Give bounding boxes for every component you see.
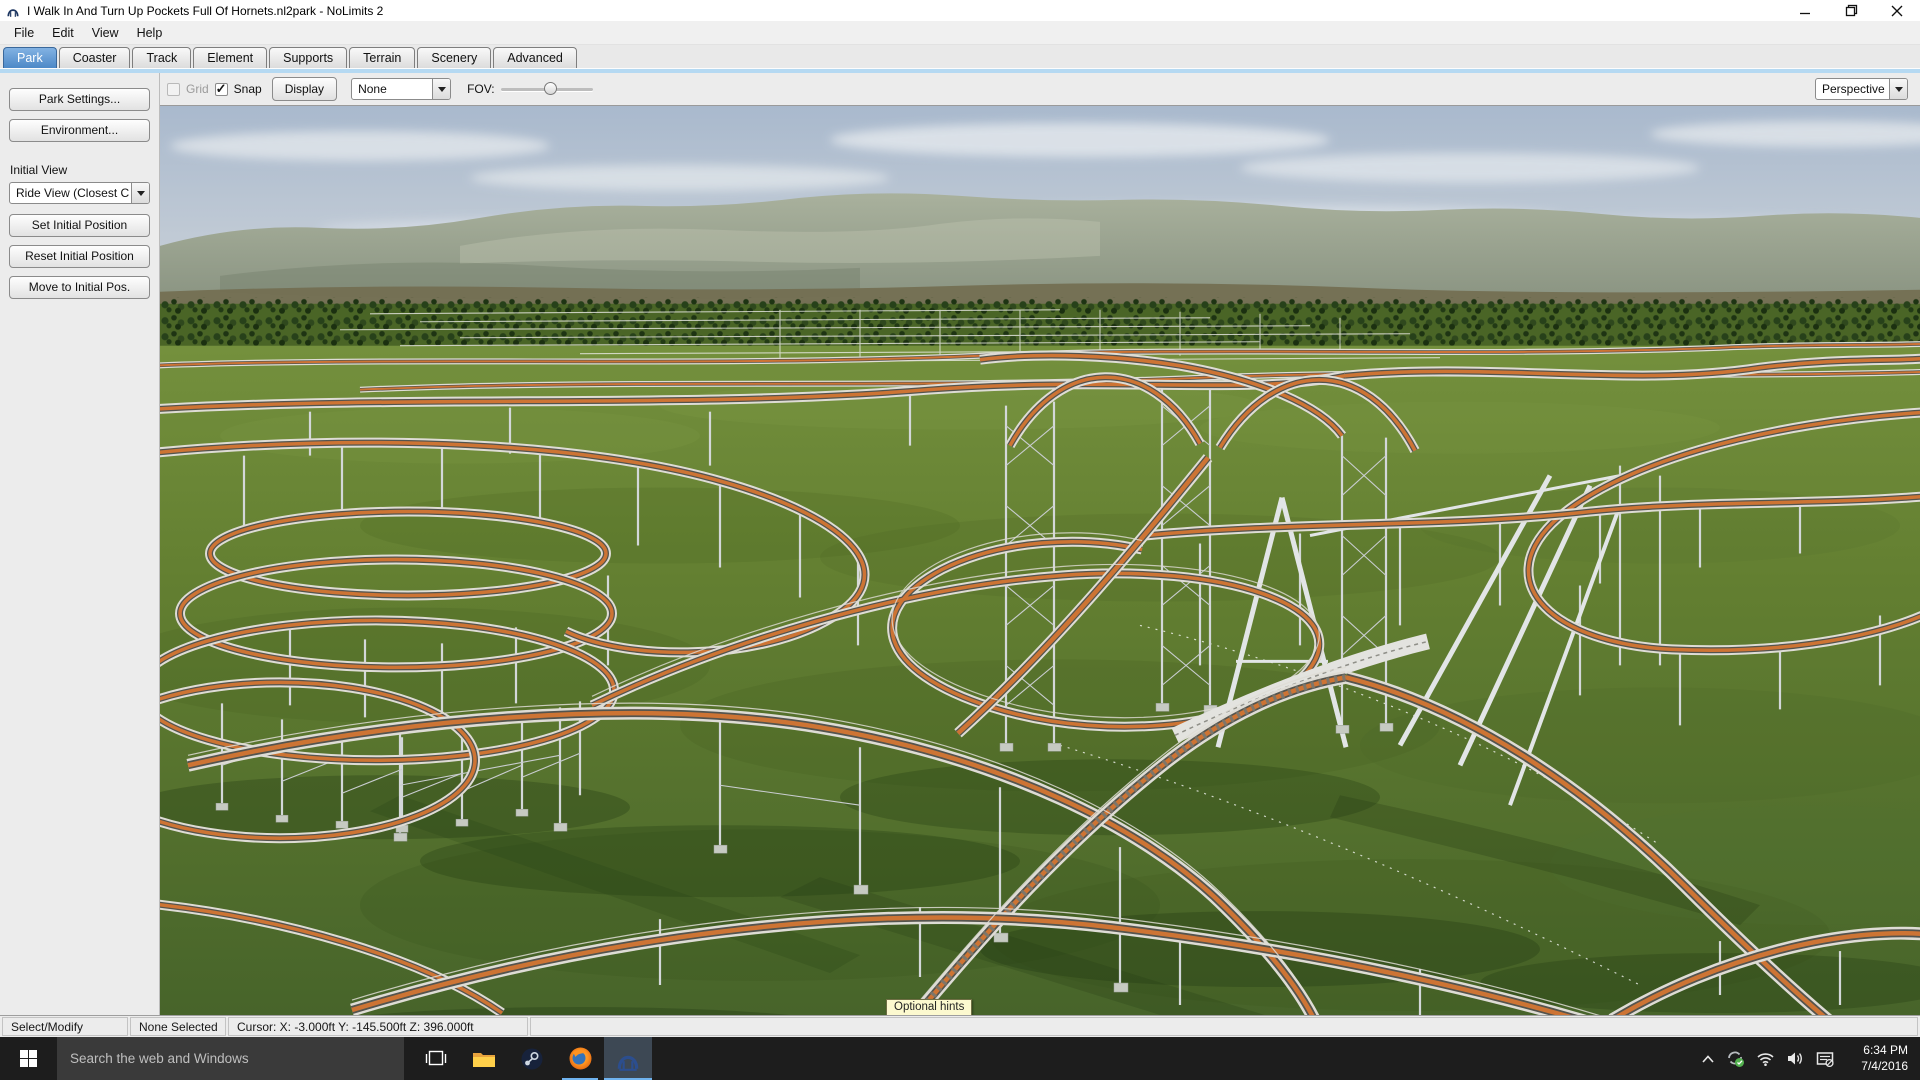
steam-button[interactable] (508, 1037, 556, 1080)
fov-slider-thumb[interactable] (544, 82, 557, 95)
system-tray: 6:34 PM 7/4/2016 (1701, 1037, 1920, 1080)
initial-view-value: Ride View (Closest C (10, 183, 131, 203)
fov-slider[interactable] (501, 81, 593, 97)
menu-help[interactable]: Help (128, 23, 172, 43)
file-explorer-button[interactable] (460, 1037, 508, 1080)
firefox-icon (568, 1046, 593, 1071)
viewport-3d[interactable]: Optional hints (160, 105, 1920, 1015)
nolimits-editor-window: I Walk In And Turn Up Pockets Full Of Ho… (0, 0, 1920, 1080)
wifi-icon[interactable] (1756, 1051, 1775, 1066)
task-view-button[interactable] (412, 1037, 460, 1080)
reset-initial-position-button[interactable]: Reset Initial Position (9, 245, 150, 268)
park-settings-button[interactable]: Park Settings... (9, 88, 150, 111)
status-spacer (530, 1017, 1918, 1036)
steam-sync-icon[interactable] (1726, 1049, 1745, 1068)
nolimits-icon (615, 1046, 641, 1072)
tab-supports[interactable]: Supports (269, 47, 347, 68)
initial-view-label: Initial View (10, 163, 67, 177)
status-cursor-coordinates: Cursor: X: -3.000ft Y: -145.500ft Z: 396… (228, 1017, 528, 1036)
snap-label: Snap (234, 82, 262, 96)
environment-button[interactable]: Environment... (9, 119, 150, 142)
viewport-3d-scene (160, 106, 1920, 1015)
start-button[interactable] (0, 1037, 57, 1080)
app-icon (6, 4, 20, 18)
task-view-icon (425, 1050, 447, 1067)
grid-label: Grid (186, 82, 209, 96)
menu-edit[interactable]: Edit (43, 23, 83, 43)
projection-value: Perspective (1816, 79, 1889, 99)
file-explorer-icon (472, 1050, 496, 1068)
steam-icon (520, 1047, 544, 1071)
snap-checkbox[interactable] (215, 83, 228, 96)
windows-logo-icon (20, 1050, 37, 1067)
status-mode: Select/Modify (2, 1017, 128, 1036)
set-initial-position-button[interactable]: Set Initial Position (9, 214, 150, 237)
restore-button[interactable] (1828, 0, 1874, 21)
search-input[interactable] (57, 1051, 404, 1066)
hidden-icons-chevron-icon[interactable] (1701, 1054, 1715, 1064)
status-selection: None Selected (130, 1017, 226, 1036)
close-button[interactable] (1874, 0, 1920, 21)
chevron-down-icon (432, 79, 450, 99)
initial-view-dropdown[interactable]: Ride View (Closest C (9, 182, 150, 204)
tab-track[interactable]: Track (132, 47, 191, 68)
grid-checkbox[interactable] (167, 83, 180, 96)
optional-hints-tooltip: Optional hints (886, 999, 972, 1015)
treeline (160, 298, 1920, 350)
park-sidebar: Park Settings... Environment... Initial … (0, 73, 160, 1015)
view-toolbar: Grid Snap Display None FOV: Perspective (160, 73, 1920, 105)
action-center-icon[interactable] (1816, 1051, 1835, 1067)
window-title: I Walk In And Turn Up Pockets Full Of Ho… (27, 4, 383, 18)
display-mode-value: None (352, 79, 432, 99)
nolimits-taskbar-button[interactable] (604, 1037, 652, 1080)
menu-view[interactable]: View (83, 23, 128, 43)
fov-label: FOV: (467, 82, 495, 96)
tab-park[interactable]: Park (3, 47, 57, 68)
projection-dropdown[interactable]: Perspective (1815, 78, 1908, 100)
windows-taskbar: 6:34 PM 7/4/2016 (0, 1037, 1920, 1080)
clock-date: 7/4/2016 (1846, 1059, 1908, 1075)
chevron-down-icon (131, 183, 149, 203)
taskbar-clock[interactable]: 6:34 PM 7/4/2016 (1846, 1043, 1908, 1074)
tab-element[interactable]: Element (193, 47, 267, 68)
clock-time: 6:34 PM (1846, 1043, 1908, 1059)
titlebar: I Walk In And Turn Up Pockets Full Of Ho… (0, 0, 1920, 21)
move-to-initial-pos-button[interactable]: Move to Initial Pos. (9, 276, 150, 299)
menubar: File Edit View Help (0, 21, 1920, 45)
tab-scenery[interactable]: Scenery (417, 47, 491, 68)
minimize-button[interactable] (1782, 0, 1828, 21)
chevron-down-icon (1889, 79, 1907, 99)
mode-tabbar: Park Coaster Track Element Supports Terr… (0, 45, 1920, 68)
menu-file[interactable]: File (5, 23, 43, 43)
volume-icon[interactable] (1786, 1051, 1805, 1066)
display-button[interactable]: Display (272, 77, 337, 101)
tab-terrain[interactable]: Terrain (349, 47, 415, 68)
display-mode-dropdown[interactable]: None (351, 78, 451, 100)
taskbar-search (57, 1037, 404, 1080)
tab-advanced[interactable]: Advanced (493, 47, 577, 68)
statusbar: Select/Modify None Selected Cursor: X: -… (0, 1015, 1920, 1037)
firefox-button[interactable] (556, 1037, 604, 1080)
tab-coaster[interactable]: Coaster (59, 47, 131, 68)
